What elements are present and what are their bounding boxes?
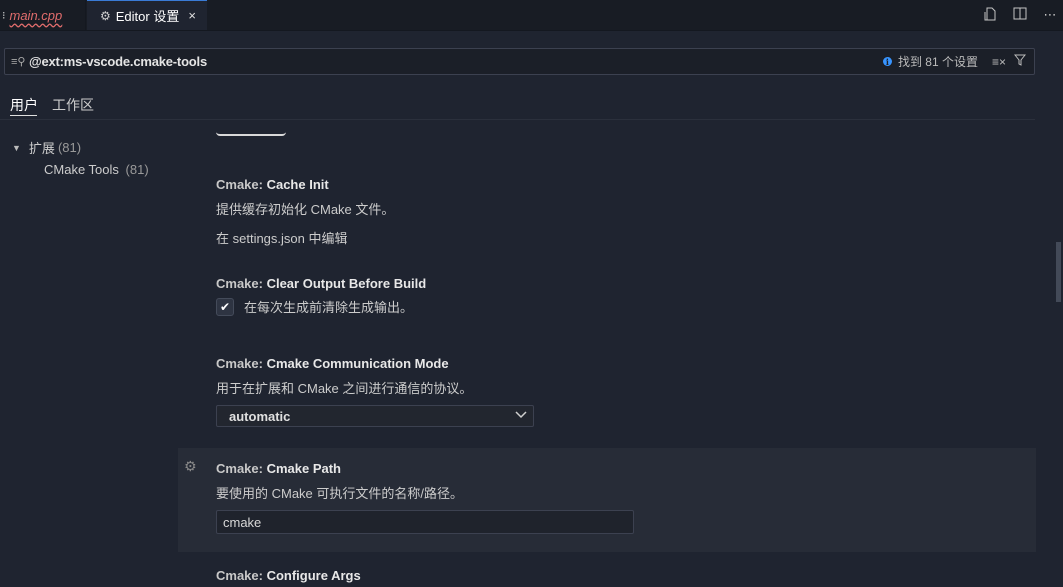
setting-title: Cmake: Clear Output Before Build — [216, 276, 427, 291]
gear-icon: ⚙ — [100, 8, 111, 23]
more-actions-icon[interactable]: ⋯ — [1043, 7, 1057, 23]
split-editor-icon[interactable] — [1013, 7, 1027, 23]
editor-tab-bar: ⁝ main.cpp ⚙ Editor 设置 × ⋯ — [0, 0, 1063, 31]
tab-label: main.cpp — [9, 7, 63, 23]
search-icon: ≡⚲ — [11, 56, 26, 68]
setting-description: 要使用的 CMake 可执行文件的名称/路径。 — [216, 486, 464, 501]
tab-user[interactable]: 用户 — [10, 95, 38, 115]
active-tab-indicator — [10, 115, 37, 116]
toc-item-extensions[interactable]: ▼ 扩展 (81) — [12, 138, 81, 157]
editor-actions: ⋯ — [983, 0, 1057, 30]
edit-in-settings-json-link[interactable]: 在 settings.json 中编辑 — [216, 228, 394, 247]
search-query[interactable]: @ext:ms-vscode.cmake-tools — [29, 54, 883, 69]
toc-label: CMake Tools — [44, 162, 119, 177]
toc-label: 扩展 — [28, 141, 55, 156]
checkbox-row: ✔ 在每次生成前清除生成输出。 — [216, 297, 426, 316]
close-icon[interactable]: × — [188, 8, 196, 23]
setting-title: Cmake: Cmake Communication Mode — [216, 356, 449, 371]
setting-title: Cmake: Cache Init — [216, 177, 329, 192]
settings-scope-tabs: 用户 工作区 — [0, 88, 1063, 118]
clear-output-checkbox[interactable]: ✔ — [216, 297, 234, 316]
scrollbar-thumb[interactable] — [1056, 242, 1061, 302]
filter-icon[interactable] — [1013, 54, 1027, 69]
setting-title: Cmake: Configure Args — [216, 568, 361, 583]
tab-prefix: ⁝ — [2, 9, 6, 22]
setting-description: 用于在扩展和 CMake 之间进行通信的协议。 — [216, 381, 473, 396]
tab-label: Editor 设置 — [115, 9, 180, 24]
clear-filter-icon[interactable]: ≡× — [992, 55, 1006, 69]
setting-title: Cmake: Cmake Path — [216, 461, 341, 476]
divider — [0, 119, 1035, 120]
setting-cmake-path: Cmake: Cmake Path 要使用的 CMake 可执行文件的名称/路径… — [216, 461, 634, 534]
setting-description: 提供缓存初始化 CMake 文件。 — [216, 202, 395, 217]
setting-gear-icon[interactable]: ⚙ — [184, 458, 197, 475]
setting-cmake-communication-mode: Cmake: Cmake Communication Mode 用于在扩展和 C… — [216, 356, 534, 427]
chevron-down-icon: ▼ — [12, 142, 21, 153]
result-count: 找到 81 个设置 — [897, 55, 978, 69]
tab-editor-settings[interactable]: ⚙ Editor 设置 × — [87, 0, 207, 30]
toc-item-cmake-tools[interactable]: CMake Tools (81) — [44, 162, 149, 177]
communication-mode-select[interactable]: automatic — [216, 405, 534, 427]
toc-count: (81) — [125, 162, 149, 177]
tab-main-cpp[interactable]: ⁝ main.cpp — [0, 0, 86, 30]
setting-configure-args: Cmake: Configure Args — [216, 568, 361, 583]
setting-cache-init: Cmake: Cache Init 提供缓存初始化 CMake 文件。 在 se… — [216, 177, 394, 247]
chevron-down-icon — [515, 410, 527, 422]
info-icon: i — [882, 57, 892, 67]
cmake-path-input[interactable]: cmake — [216, 510, 634, 534]
select-value: automatic — [229, 408, 291, 424]
toc-count: (81) — [57, 140, 82, 155]
settings-search-input[interactable]: ≡⚲ @ext:ms-vscode.cmake-tools i 找到 81 个设… — [4, 48, 1035, 75]
open-settings-json-icon[interactable] — [983, 7, 997, 24]
checkbox-label: 在每次生成前清除生成输出。 — [244, 300, 414, 315]
tab-workspace[interactable]: 工作区 — [52, 95, 94, 115]
setting-clear-output-before-build: Cmake: Clear Output Before Build ✔ 在每次生成… — [216, 276, 426, 316]
previous-setting-control[interactable] — [216, 130, 286, 136]
